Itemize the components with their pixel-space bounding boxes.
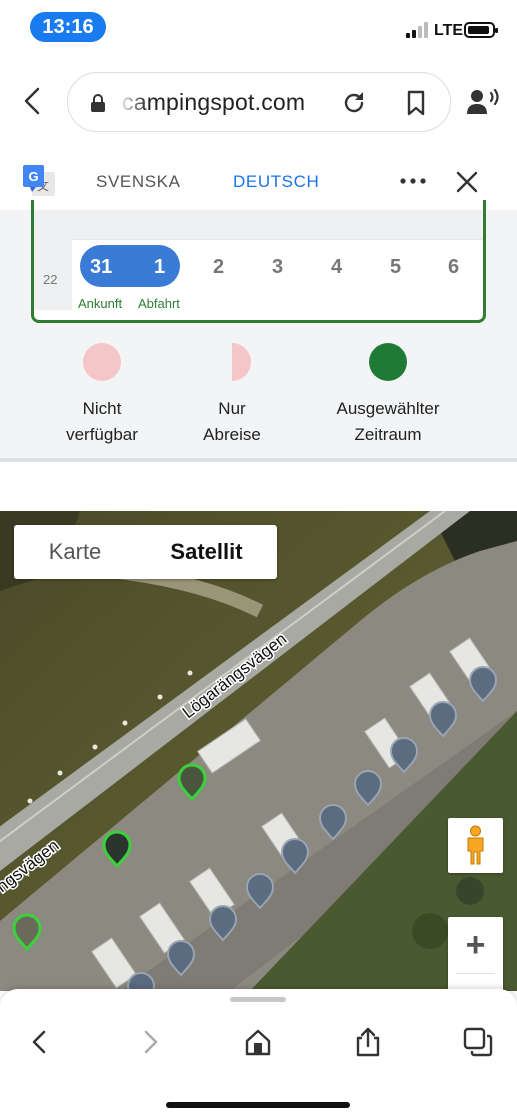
marker-occupied[interactable] (319, 804, 347, 840)
legend-line: Ausgewählter (336, 399, 440, 418)
day-1-departure[interactable]: 1 (154, 256, 165, 279)
more-icon[interactable] (399, 176, 427, 186)
legend-unavailable-label: Nicht verfügbar (52, 396, 152, 448)
marker-occupied[interactable] (167, 940, 195, 976)
lock-icon (91, 94, 105, 112)
marker-available[interactable] (177, 763, 207, 801)
back-icon[interactable] (18, 86, 48, 116)
marker-occupied[interactable] (246, 873, 274, 909)
zoom-divider (456, 973, 495, 974)
day-4[interactable]: 4 (331, 256, 342, 279)
status-bar: 13:16 LTE (0, 0, 517, 56)
calendar-previous-row (34, 210, 483, 240)
day-2[interactable]: 2 (213, 256, 224, 279)
reader-mode-icon[interactable] (466, 86, 500, 118)
share-icon[interactable] (353, 1027, 383, 1057)
network-type: LTE (434, 22, 464, 39)
calendar-row-divider (34, 239, 483, 240)
map-type-toggle: Karte Satellit (14, 525, 277, 579)
home-icon[interactable] (243, 1027, 273, 1057)
marker-available[interactable] (12, 913, 42, 951)
map-type-satellit-button[interactable]: Satellit (136, 525, 277, 579)
zoom-in-button[interactable]: + (448, 919, 503, 971)
section-divider (0, 458, 517, 462)
marker-occupied[interactable] (281, 838, 309, 874)
pegman-icon (467, 825, 484, 865)
google-translate-icon: 文 G (23, 165, 55, 196)
signal-icon (406, 22, 430, 38)
legend-line: Zeitraum (354, 425, 422, 444)
bookmark-icon[interactable] (402, 89, 430, 117)
url-fade (118, 83, 148, 123)
marker-occupied[interactable] (354, 770, 382, 806)
marker-available[interactable] (102, 830, 132, 868)
status-time: 13:16 (30, 12, 106, 42)
legend-line: Nicht (82, 399, 122, 418)
satellite-map[interactable]: Lögarängsvägen ngsvägen (0, 511, 517, 991)
legend-line: Nur (218, 399, 246, 418)
week-number: 22 (43, 272, 58, 287)
battery-icon (464, 22, 498, 38)
departure-label: Abfahrt (138, 296, 180, 311)
reload-icon[interactable] (340, 89, 368, 117)
week-column (34, 210, 72, 310)
day-5[interactable]: 5 (390, 256, 401, 279)
tab-deutsch[interactable]: DEUTSCH (233, 172, 319, 192)
sheet-handle[interactable] (230, 997, 286, 1002)
marker-occupied[interactable] (209, 905, 237, 941)
close-icon[interactable] (455, 170, 479, 194)
home-indicator (166, 1102, 350, 1108)
street-view-button[interactable] (448, 818, 503, 873)
nav-back-icon[interactable] (25, 1027, 55, 1057)
legend-departure-only-label: Nur Abreise (182, 396, 282, 448)
tab-svenska[interactable]: SVENSKA (96, 172, 181, 192)
day-6[interactable]: 6 (448, 256, 459, 279)
marker-occupied[interactable] (390, 737, 418, 773)
arrival-label: Ankunft (78, 296, 123, 311)
map-markers (12, 666, 497, 991)
tabs-icon[interactable] (463, 1027, 493, 1057)
nav-forward-icon[interactable] (135, 1027, 165, 1057)
marker-occupied[interactable] (469, 666, 497, 702)
battery-fill (468, 26, 489, 34)
zoom-controls: + (448, 917, 503, 991)
day-3[interactable]: 3 (272, 256, 283, 279)
legend-selected-swatch (369, 343, 407, 381)
legend-selected-label: Ausgewählter Zeitraum (318, 396, 458, 448)
legend-line: verfügbar (66, 425, 138, 444)
svg-text:G: G (28, 169, 38, 184)
url-bar[interactable]: campingspot.com (67, 72, 451, 132)
calendar: 22 31 1 2 3 4 5 6 Ankunft Abfahrt (31, 200, 486, 323)
legend-unavailable-swatch (83, 343, 121, 381)
map-type-karte-button[interactable]: Karte (14, 525, 136, 579)
legend-departure-only-swatch (213, 343, 251, 381)
url-text[interactable]: campingspot.com (122, 89, 305, 116)
marker-occupied[interactable] (429, 701, 457, 737)
legend-line: Abreise (203, 425, 261, 444)
day-31-arrival[interactable]: 31 (90, 256, 112, 279)
browser-bottom-bar (0, 989, 517, 1119)
